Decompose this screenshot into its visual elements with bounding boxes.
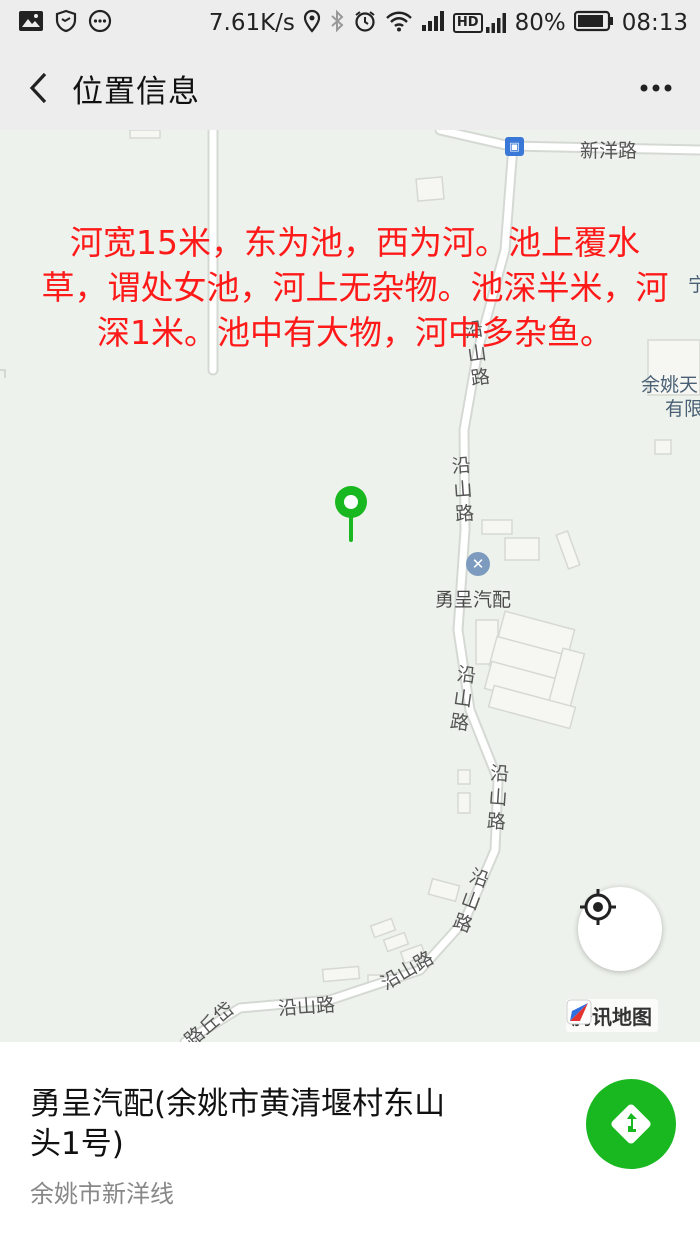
- map-edge-label-3: 宁: [688, 274, 700, 296]
- poi-label[interactable]: 勇呈汽配: [435, 585, 511, 612]
- alarm-icon: [353, 9, 377, 38]
- hd-signal-icon: HD: [452, 12, 507, 34]
- more-dots-icon: [640, 84, 672, 92]
- battery-icon: [573, 10, 614, 37]
- location-status-icon: [303, 9, 321, 38]
- gallery-notification-icon: [18, 10, 44, 37]
- my-location-button[interactable]: [578, 887, 662, 971]
- repair-poi-icon[interactable]: ✕: [466, 552, 490, 576]
- navigation-bar: 位置信息: [0, 46, 700, 130]
- map-view[interactable]: ▣ 新洋路 沿山路 沿山路 沿山路 沿山路 沿山路 沿山路 沿山路 路丘岱 ✕ …: [0, 130, 700, 1042]
- chevron-left-icon: [29, 72, 47, 104]
- network-speed: 7.61K/s: [208, 10, 295, 36]
- clock: 08:13: [621, 10, 688, 36]
- map-provider-logo: 腾讯地图: [566, 999, 658, 1032]
- place-address: 余姚市新洋线: [30, 1180, 174, 1208]
- map-annotation-text: 河宽15米，东为池，西为河。池上覆水草，谓处女池，河上无杂物。池深半米，河深1米…: [41, 223, 669, 352]
- battery-percent: 80%: [514, 10, 566, 36]
- navigate-button[interactable]: [586, 1079, 676, 1169]
- tencent-map-icon: [566, 999, 592, 1025]
- page-title: 位置信息: [72, 74, 200, 110]
- status-bar: 7.61K/s HD 80% 08:13: [0, 0, 700, 46]
- route-arrow-icon: [611, 1104, 651, 1144]
- place-name: 勇呈汽配(余姚市黄清堰村东山头1号): [30, 1086, 446, 1162]
- bluetooth-icon: [329, 9, 345, 38]
- bus-stop-icon[interactable]: ▣: [505, 137, 524, 156]
- more-options-button[interactable]: [636, 70, 676, 106]
- road-label-yanshan-h2: 沿山路: [277, 994, 336, 1020]
- more-notification-icon: [88, 9, 112, 38]
- map-edge-label-2: 有限: [665, 398, 700, 420]
- map-edge-label-1: 余姚天: [641, 374, 699, 396]
- back-button[interactable]: [18, 64, 58, 112]
- location-pin-icon[interactable]: [330, 482, 372, 546]
- crosshair-icon: [580, 889, 616, 925]
- road-label-xinyang: 新洋路: [580, 140, 638, 162]
- shield-notification-icon: [54, 9, 78, 38]
- wifi-icon: [385, 10, 413, 37]
- location-info-panel: 勇呈汽配(余姚市黄清堰村东山头1号) 余姚市新洋线: [0, 1042, 700, 1244]
- signal-icon: [421, 10, 445, 37]
